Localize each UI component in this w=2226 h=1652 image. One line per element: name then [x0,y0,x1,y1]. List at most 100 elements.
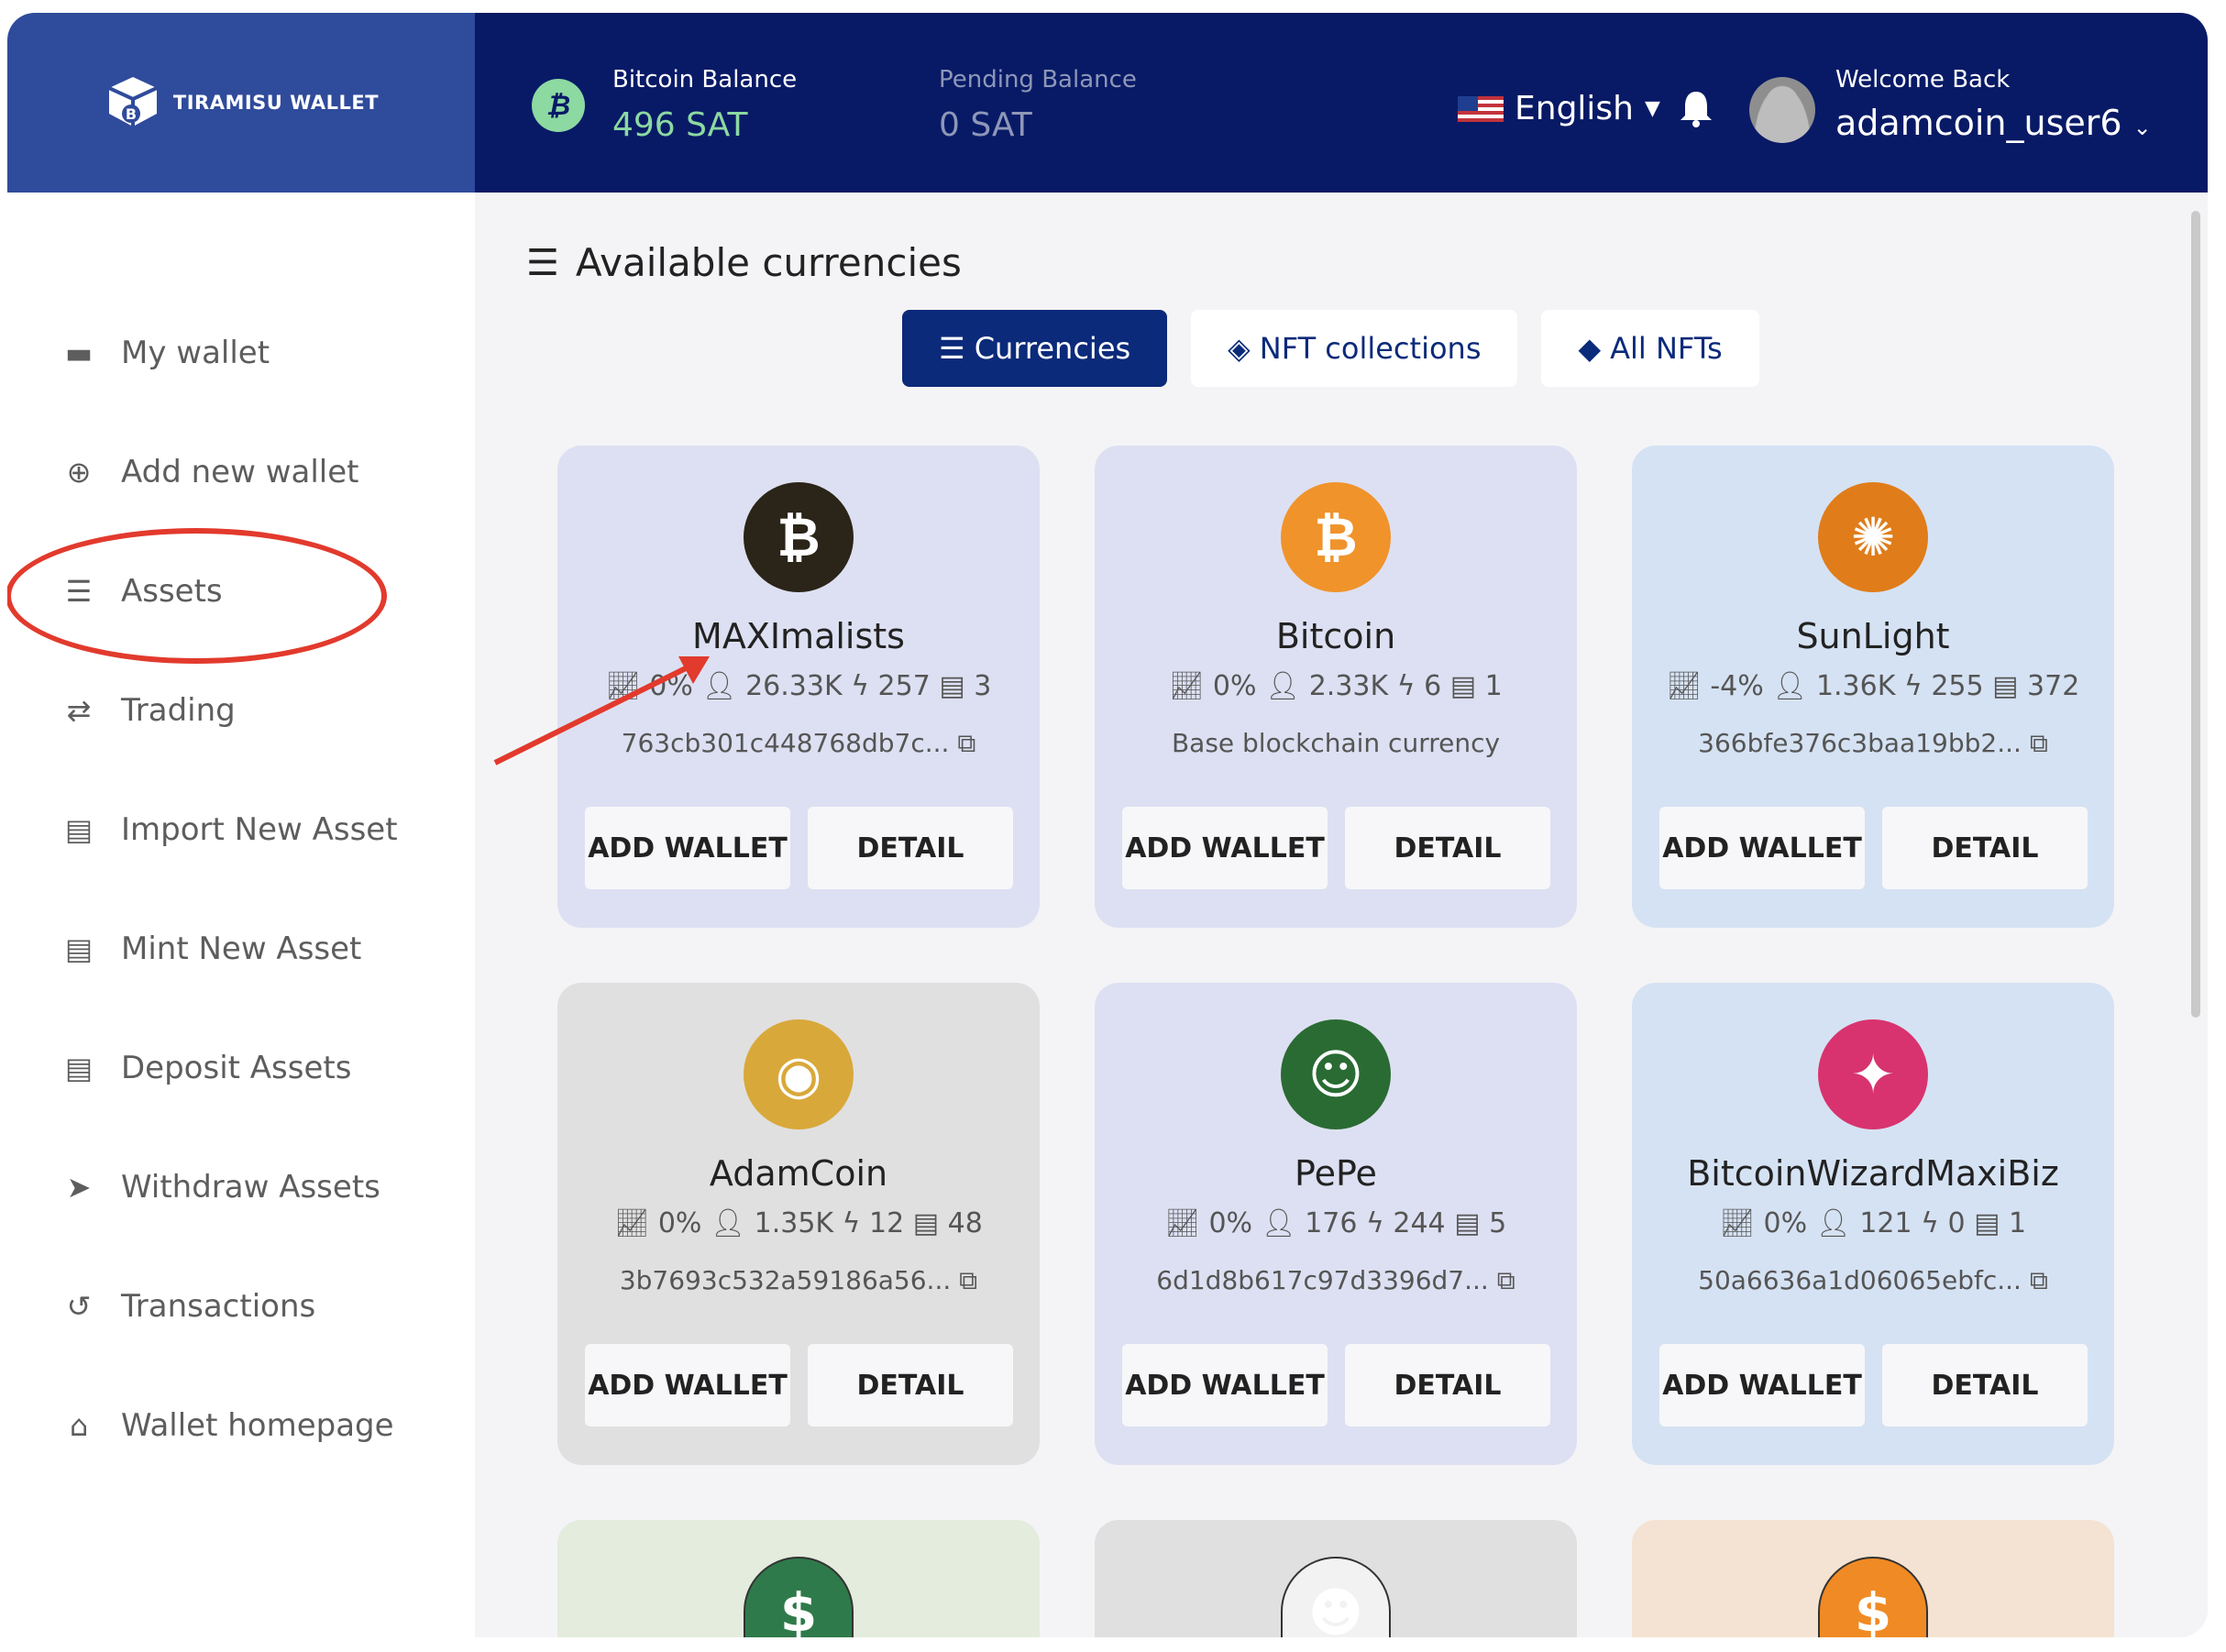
sidebar-item-import-new-asset[interactable]: ▤ Import New Asset [61,811,398,848]
change-value: 0% [1763,1207,1808,1239]
currency-id-text: 6d1d8b617c97d3396d7... [1156,1265,1489,1295]
add-wallet-button[interactable]: ADD WALLET [585,1344,790,1426]
file-icon: ▤ [939,670,965,702]
currency-id: 50a6636a1d06065ebfc... ⧉ [1632,1265,2114,1296]
detail-button[interactable]: DETAIL [808,1344,1013,1426]
currency-id-text: 50a6636a1d06065ebfc... [1698,1265,2022,1295]
change-value: 0% [1212,670,1257,702]
sidebar-item-label: Add new wallet [121,454,359,490]
add-wallet-button[interactable]: ADD WALLET [1122,1344,1328,1426]
holders-value: 1.35K [754,1207,834,1239]
tab-label: NFT collections [1259,331,1482,366]
tab-currencies[interactable]: ☰ Currencies [902,310,1168,387]
lightning-value: 12 [868,1207,905,1239]
logo-panel[interactable]: B TIRAMISU WALLET [7,13,475,193]
copy-icon[interactable]: ⧉ [2030,1265,2048,1295]
currency-card-partial[interactable]: $ [557,1520,1040,1637]
copy-icon[interactable]: ⧉ [1497,1265,1515,1295]
user-menu[interactable]: Welcome Back adamcoin_user6 ⌄ [1835,66,2152,143]
copy-icon[interactable]: ⧉ [959,1265,977,1295]
tab-nft-collections[interactable]: ◈ NFT collections [1191,310,1518,387]
sidebar-item-trading[interactable]: ⇄ Trading [61,692,236,729]
currency-card[interactable]: ☺ PePe 📈︎ 0% 👤︎ 176 ϟ 244 ▤ 5 6d1d8b617c… [1095,983,1577,1465]
bolt-icon: ϟ [1366,1207,1384,1239]
sidebar-item-label: Transactions [121,1288,316,1325]
docs-value: 1 [2009,1207,2027,1239]
coin-logo-icon: ◉ [744,1019,854,1129]
file-icon: ▤ [912,1207,940,1239]
copy-icon[interactable]: ⧉ [957,728,975,758]
currency-card[interactable]: ✦ BitcoinWizardMaxiBiz 📈︎ 0% 👤︎ 121 ϟ 0 … [1632,983,2114,1465]
currency-card-partial[interactable]: $ [1632,1520,2114,1637]
detail-button[interactable]: DETAIL [1345,1344,1550,1426]
logo-text: TIRAMISU WALLET [172,92,380,114]
coin-logo-icon: $ [744,1557,854,1637]
docs-value: 3 [974,670,992,702]
welcome-label: Welcome Back [1835,66,2011,94]
bitcoin-balance-label: Bitcoin Balance [612,66,798,94]
currency-card[interactable]: ✺ SunLight 📈︎ -4% 👤︎ 1.36K ϟ 255 ▤ 372 3… [1632,446,2114,928]
file-invoice-dollar-icon: ▤ [64,1051,94,1085]
plus-circle-icon: ⊕ [66,455,92,490]
sidebar-item-mint-new-asset[interactable]: ▤ Mint New Asset [61,931,362,967]
detail-button[interactable]: DETAIL [808,807,1013,889]
caret-down-icon: ▼ [1645,97,1660,120]
currency-id-text: 3b7693c532a59186a56... [619,1265,952,1295]
file-upload-icon: ▤ [64,931,94,966]
currency-name: SunLight [1796,616,1950,656]
language-selector[interactable]: English ▼ [1458,90,1660,127]
us-flag-icon [1458,95,1504,122]
currency-id-text: 366bfe376c3baa19bb2... [1698,728,2022,758]
sidebar-item-label: My wallet [121,335,270,371]
tab-all-nfts[interactable]: ◆ All NFTs [1541,310,1759,387]
sidebar-item-my-wallet[interactable]: ▬ My wallet [61,335,270,371]
lightning-value: 0 [1947,1207,1966,1239]
add-wallet-button[interactable]: ADD WALLET [1659,807,1865,889]
coin-logo-icon: $ [1818,1557,1928,1637]
add-wallet-button[interactable]: ADD WALLET [1122,807,1328,889]
coin-symbol: $ [1854,1581,1892,1637]
currency-card[interactable]: ◉ AdamCoin 📈︎ 0% 👤︎ 1.35K ϟ 12 ▤ 48 3b76… [557,983,1040,1465]
detail-button[interactable]: DETAIL [1882,807,2088,889]
add-wallet-button[interactable]: ADD WALLET [585,807,790,889]
user-icon: 👤︎ [710,1207,746,1239]
currency-name: BitcoinWizardMaxiBiz [1687,1153,2059,1194]
bitcoin-icon: ₿ [532,79,585,132]
copy-icon[interactable]: ⧉ [2030,728,2048,758]
change-value: 0% [657,1207,702,1239]
chart-line-icon: 📈︎ [1164,1207,1200,1239]
page-title-text: Available currencies [575,240,962,285]
sidebar-item-withdraw-assets[interactable]: ➤ Withdraw Assets [61,1169,380,1206]
sidebar-item-add-new-wallet[interactable]: ⊕ Add new wallet [61,454,359,490]
detail-button[interactable]: DETAIL [1882,1344,2088,1426]
username-row: adamcoin_user6 ⌄ [1835,103,2152,143]
detail-button[interactable]: DETAIL [1345,807,1550,889]
bolt-icon: ϟ [1903,670,1923,702]
sidebar-item-wallet-homepage[interactable]: ⌂ Wallet homepage [61,1407,394,1444]
sidebar-item-deposit-assets[interactable]: ▤ Deposit Assets [61,1050,352,1086]
coin-symbol: ₿ [1314,506,1358,568]
home-icon: ⌂ [69,1408,89,1443]
currency-card-partial[interactable]: ☻ [1095,1520,1577,1637]
currency-card[interactable]: ₿ Bitcoin 📈︎ 0% 👤︎ 2.33K ϟ 6 ▤ 1 Base bl… [1095,446,1577,928]
coin-symbol: ✺ [1850,506,1896,568]
gem-icon: ◆ [1578,331,1602,366]
docs-value: 372 [2027,670,2080,702]
docs-value: 1 [1484,670,1503,702]
holders-value: 176 [1305,1207,1358,1239]
add-wallet-button[interactable]: ADD WALLET [1659,1344,1865,1426]
holders-value: 1.36K [1815,670,1896,702]
bell-icon[interactable] [1678,88,1714,137]
avatar[interactable] [1749,77,1815,143]
sidebar-item-transactions[interactable]: ↺ Transactions [61,1288,316,1325]
change-value: -4% [1710,670,1764,702]
user-icon: 👤︎ [1265,670,1301,702]
holders-value: 2.33K [1308,670,1389,702]
scrollbar[interactable] [2191,211,2200,1018]
user-icon: 👤︎ [1772,670,1808,702]
sidebar-item-label: Mint New Asset [121,931,362,967]
username: adamcoin_user6 [1835,103,2122,143]
svg-text:B: B [126,105,137,123]
coin-logo-icon: ☻ [1281,1557,1391,1637]
tab-label: All NFTs [1610,331,1723,366]
